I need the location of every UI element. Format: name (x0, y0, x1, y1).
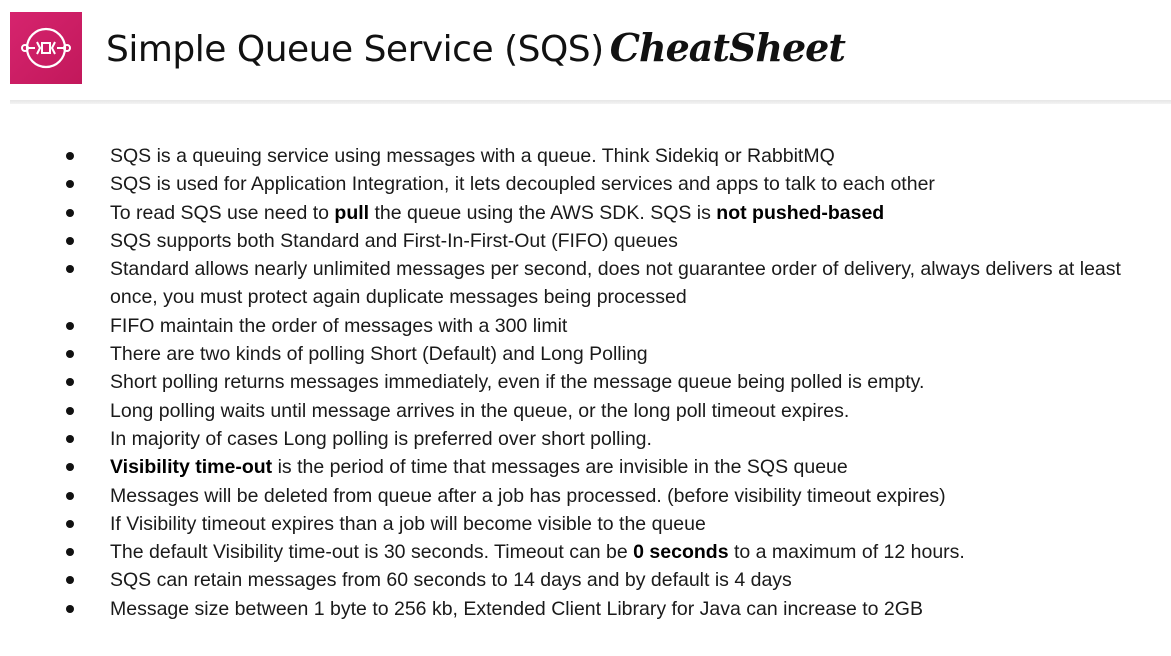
bullet-text: to a maximum of 12 hours. (728, 541, 965, 564)
bullet-text: is the period of time that messages are … (272, 456, 848, 479)
bullet-text: The default Visibility time-out is 30 se… (110, 541, 634, 564)
bullet-bold-text: Visibility time-out (110, 456, 273, 479)
bullet-dot-icon (66, 152, 74, 160)
bullet-item: If Visibility timeout expires than a job… (0, 510, 1171, 538)
bullet-dot-icon (66, 491, 74, 500)
bullet-item: Long polling waits until message arrives… (0, 397, 1171, 425)
bullet-text: SQS is a queuing service using messages … (110, 145, 835, 167)
bullet-bold-text: not pushed-based (716, 201, 885, 224)
bullet-item: Visibility time-out is the period of tim… (0, 453, 1171, 481)
bullet-item: The default Visibility time-out is 30 se… (0, 538, 1171, 566)
bullet-dot-icon (66, 378, 74, 387)
title-main: Simple Queue Service (SQS) (106, 29, 604, 70)
bullet-dot-icon (66, 548, 74, 557)
bullet-text: the queue using the AWS SDK. SQS is (369, 201, 717, 224)
bullet-dot-icon (66, 576, 74, 585)
bullet-dot-icon (66, 350, 74, 359)
bullet-dot-icon (66, 604, 74, 613)
bullet-text: FIFO maintain the order of messages with… (110, 314, 568, 337)
bullet-bold-text: pull (334, 201, 370, 224)
bullet-dot-icon (66, 265, 74, 274)
bullet-text: Message size between 1 byte to 256 kb, E… (110, 597, 923, 620)
bullet-item: FIFO maintain the order of messages with… (0, 312, 1171, 340)
sqs-queue-icon (21, 27, 71, 69)
bullet-text: Short polling returns messages immediate… (110, 371, 925, 394)
header-divider (10, 100, 1171, 104)
bullet-item: Short polling returns messages immediate… (0, 368, 1171, 396)
bullet-dot-icon (66, 406, 74, 415)
bullet-text: In majority of cases Long polling is pre… (110, 427, 652, 450)
bullet-text: To read SQS use need to (110, 201, 335, 224)
bullet-dot-icon (66, 208, 74, 217)
bullet-text: If Visibility timeout expires than a job… (110, 512, 706, 535)
bullet-item: SQS supports both Standard and First-In-… (0, 227, 1171, 255)
bullet-text: SQS supports both Standard and First-In-… (110, 229, 678, 252)
bullet-dot-icon (66, 180, 74, 189)
bullet-bold-text: 0 seconds (633, 541, 729, 564)
bullet-item: In majority of cases Long polling is pre… (0, 425, 1171, 453)
bullet-item: To read SQS use need to pull the queue u… (0, 199, 1171, 227)
bullet-dot-icon (66, 519, 74, 528)
bullet-item: Messages will be deleted from queue afte… (0, 482, 1171, 510)
bullet-list: SQS is a queuing service using messages … (0, 142, 1171, 623)
bullet-text: Long polling waits until message arrives… (110, 399, 850, 422)
bullet-dot-icon (66, 434, 74, 443)
bullet-item: SQS is used for Application Integration,… (0, 170, 1171, 198)
page-header: Simple Queue Service (SQS) CheatSheet (0, 0, 1171, 100)
bullet-text: There are two kinds of polling Short (De… (110, 343, 648, 366)
bullet-item: Standard allows nearly unlimited message… (0, 255, 1171, 312)
bullet-text: Standard allows nearly unlimited message… (110, 258, 1121, 309)
bullet-item: SQS can retain messages from 60 seconds … (0, 566, 1171, 594)
bullet-text: SQS is used for Application Integration,… (110, 173, 935, 196)
bullet-dot-icon (66, 463, 74, 472)
bullet-dot-icon (66, 321, 74, 330)
sqs-logo (10, 12, 82, 84)
bullet-dot-icon (66, 236, 74, 245)
page-title: Simple Queue Service (SQS) CheatSheet (106, 22, 846, 76)
bullet-item: There are two kinds of polling Short (De… (0, 340, 1171, 368)
bullet-text: SQS can retain messages from 60 seconds … (110, 569, 792, 592)
title-cheatsheet: CheatSheet (609, 25, 846, 70)
bullet-item: Message size between 1 byte to 256 kb, E… (0, 595, 1171, 623)
bullet-text: Messages will be deleted from queue afte… (110, 484, 946, 507)
bullet-item: SQS is a queuing service using messages … (0, 142, 1171, 170)
